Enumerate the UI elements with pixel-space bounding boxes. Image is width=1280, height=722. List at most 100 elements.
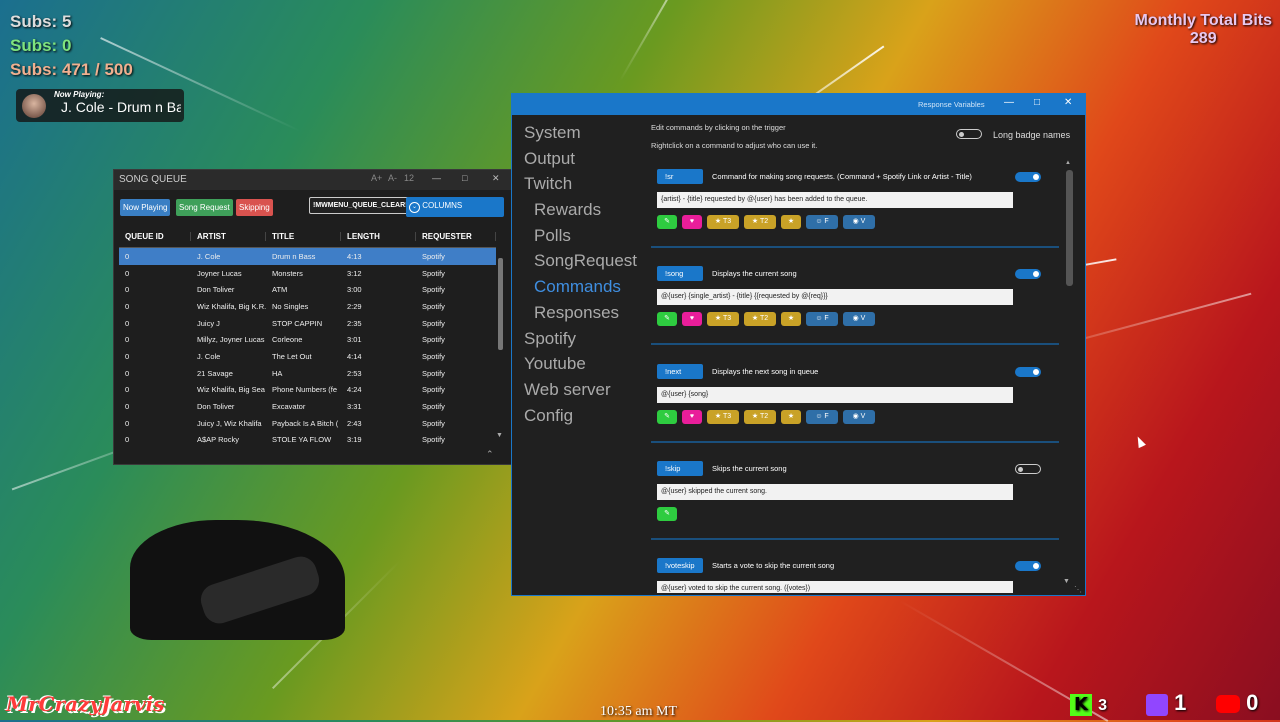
nav-rewards[interactable]: Rewards — [524, 197, 637, 223]
nav-responses[interactable]: Responses — [524, 300, 637, 326]
follower-badge[interactable]: ☺ F — [806, 312, 838, 326]
command-trigger[interactable]: !song — [657, 266, 703, 281]
command-trigger[interactable]: !sr — [657, 169, 703, 184]
column-header[interactable]: ARTIST — [191, 231, 266, 241]
table-row[interactable]: 0 Juicy J STOP CAPPIN 2:35 Spotify — [119, 315, 496, 332]
table-row[interactable]: 0 Joyner Lucas Monsters 3:12 Spotify — [119, 265, 496, 282]
table-cell: 0 — [125, 402, 130, 412]
command-enabled-toggle[interactable] — [1015, 172, 1041, 182]
table-row[interactable]: 0 A$AP Rocky STOLE YA FLOW 3:19 Spotify — [119, 432, 496, 449]
scroll-up-icon[interactable]: ▲ — [1065, 160, 1071, 166]
table-cell: 4:13 — [347, 251, 362, 261]
star-icon[interactable]: ★ — [781, 312, 801, 326]
tier2-badge[interactable]: ★ T2 — [744, 410, 776, 424]
table-row[interactable]: 0 Juicy J, Wiz Khalifa Payback Is A Bitch … — [119, 415, 496, 432]
table-row[interactable]: 0 Don Toliver Excavator 3:31 Spotify — [119, 398, 496, 415]
minimize-icon[interactable]: — — [1004, 97, 1014, 108]
table-cell: Spotify — [422, 435, 445, 445]
table-row[interactable]: 0 Don Toliver ATM 3:00 Spotify — [119, 281, 496, 298]
tier2-badge[interactable]: ★ T2 — [744, 215, 776, 229]
minimize-icon[interactable]: — — [432, 173, 441, 183]
monthly-bits-value: 289 — [1189, 30, 1217, 47]
nav-spotify[interactable]: Spotify — [524, 326, 637, 352]
table-row[interactable]: 0 21 Savage HA 2:53 Spotify — [119, 365, 496, 382]
table-cell: A$AP Rocky — [197, 435, 239, 445]
command-response-input[interactable]: @{user} skipped the current song. — [657, 484, 1013, 500]
tier3-badge[interactable]: ★ T3 — [707, 312, 739, 326]
table-row[interactable]: 0 J. Cole Drum n Bass 4:13 Spotify — [119, 248, 496, 265]
resize-grip-icon[interactable]: ⋱ — [1074, 585, 1082, 594]
table-row[interactable]: 0 Millyz, Joyner Lucas Corleone 3:01 Spotify — [119, 331, 496, 348]
command-trigger[interactable]: !skip — [657, 461, 703, 476]
table-cell: Joyner Lucas — [197, 268, 242, 278]
close-icon[interactable]: ✕ — [1064, 97, 1072, 108]
command-enabled-toggle[interactable] — [1015, 269, 1041, 279]
column-header[interactable]: LENGTH — [341, 231, 416, 241]
pencil-icon[interactable]: ✎ — [657, 312, 677, 326]
song-queue-titlebar[interactable]: SONG QUEUE A+ A- 12 — □ ✕ — [114, 170, 513, 190]
font-decrease-button[interactable]: A- — [388, 173, 397, 183]
font-increase-button[interactable]: A+ — [371, 173, 382, 183]
column-header[interactable]: TITLE — [266, 231, 341, 241]
heart-icon[interactable]: ♥ — [682, 410, 702, 424]
nav-youtube[interactable]: Youtube — [524, 351, 637, 377]
response-variables-link[interactable]: Response Variables — [918, 100, 985, 109]
command-response-input[interactable]: @{user} {single_artist} - {title} {{requ… — [657, 289, 1013, 305]
tier3-badge[interactable]: ★ T3 — [707, 410, 739, 424]
nav-commands[interactable]: Commands — [524, 274, 637, 300]
command-response-input[interactable]: @{user} {song} — [657, 387, 1013, 403]
command-response-input[interactable]: {artist} - {title} requested by @{user} … — [657, 192, 1013, 208]
viewer-badge[interactable]: ◉ V — [843, 215, 875, 229]
star-icon[interactable]: ★ — [781, 410, 801, 424]
pencil-icon[interactable]: ✎ — [657, 215, 677, 229]
nav-config[interactable]: Config — [524, 403, 637, 429]
now-playing-button[interactable]: Now Playing — [120, 199, 171, 216]
nav-system[interactable]: System — [524, 120, 637, 146]
table-cell: J. Cole — [197, 251, 221, 261]
command-trigger[interactable]: !voteskip — [657, 558, 703, 573]
pencil-icon[interactable]: ✎ — [657, 410, 677, 424]
viewer-badge[interactable]: ◉ V — [843, 312, 875, 326]
column-header[interactable]: REQUESTER — [416, 231, 496, 241]
heart-icon[interactable]: ♥ — [682, 312, 702, 326]
settings-titlebar[interactable]: Response Variables — □ ✕ — [512, 94, 1085, 115]
table-row[interactable]: 0 Wiz Khalifa, Big Sea Phone Numbers (fe 4:… — [119, 382, 496, 399]
nav-polls[interactable]: Polls — [524, 223, 637, 249]
tier3-badge[interactable]: ★ T3 — [707, 215, 739, 229]
heart-icon[interactable]: ♥ — [682, 215, 702, 229]
command-enabled-toggle[interactable] — [1015, 367, 1041, 377]
queue-scrollbar[interactable] — [498, 258, 503, 350]
star-icon[interactable]: ★ — [781, 215, 801, 229]
column-header[interactable]: QUEUE ID — [119, 231, 191, 241]
pencil-icon[interactable]: ✎ — [657, 507, 677, 521]
queue-rows: 0 J. Cole Drum n Bass 4:13 Spotify 0 Joyner Lu… — [119, 248, 496, 448]
command-trigger[interactable]: !next — [657, 364, 703, 379]
columns-button[interactable]: ⌄ COLUMNS — [406, 197, 504, 217]
monthly-bits: Monthly Total Bits 289 — [1135, 12, 1272, 48]
scroll-down-icon[interactable]: ▼ — [496, 432, 503, 439]
nav-songrequest[interactable]: SongRequest — [524, 248, 637, 274]
table-row[interactable]: 0 J. Cole The Let Out 4:14 Spotify — [119, 348, 496, 365]
scroll-down-icon[interactable]: ▼ — [1063, 578, 1070, 585]
long-badge-toggle[interactable] — [956, 129, 982, 139]
command-response-input[interactable]: @{user} voted to skip the current song. … — [657, 581, 1013, 593]
maximize-icon[interactable]: □ — [462, 173, 467, 183]
follower-badge[interactable]: ☺ F — [806, 410, 838, 424]
queue-clear-button[interactable]: !MWMENU_QUEUE_CLEAR! — [309, 197, 412, 214]
tier2-badge[interactable]: ★ T2 — [744, 312, 776, 326]
viewer-badge[interactable]: ◉ V — [843, 410, 875, 424]
collapse-icon[interactable]: ⌃ — [486, 449, 494, 460]
nav-twitch[interactable]: Twitch — [524, 171, 637, 197]
close-icon[interactable]: ✕ — [492, 173, 500, 184]
table-row[interactable]: 0 Wiz Khalifa, Big K.R. No Singles 2:29 Spot… — [119, 298, 496, 315]
nav-web-server[interactable]: Web server — [524, 377, 637, 403]
maximize-icon[interactable]: □ — [1034, 97, 1040, 108]
nav-output[interactable]: Output — [524, 146, 637, 172]
commands-scrollbar[interactable] — [1066, 170, 1073, 286]
command-enabled-toggle[interactable] — [1015, 464, 1041, 474]
skipping-button[interactable]: Skipping — [236, 199, 273, 216]
table-cell: 0 — [125, 301, 130, 311]
song-request-button[interactable]: Song Request — [176, 199, 233, 216]
follower-badge[interactable]: ☺ F — [806, 215, 838, 229]
command-enabled-toggle[interactable] — [1015, 561, 1041, 571]
